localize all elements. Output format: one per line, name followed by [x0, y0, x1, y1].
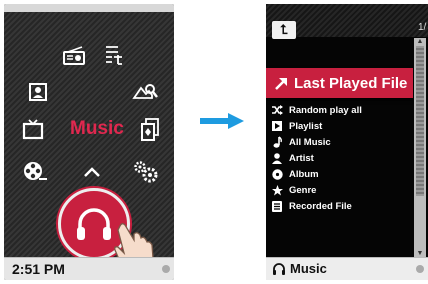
back-button[interactable]: ⮤ — [272, 21, 296, 39]
music-label: Music — [70, 118, 124, 139]
return-arrow-icon — [275, 78, 287, 90]
menu-item-label: Recorded File — [289, 200, 352, 212]
menu-item[interactable]: Album — [266, 166, 413, 182]
menu-item-label: Album — [289, 168, 319, 180]
headphones-icon — [272, 262, 286, 280]
menu-item[interactable]: Playlist — [266, 118, 413, 134]
picture-search-icon[interactable] — [132, 80, 158, 102]
back-arrow-icon: ⮤ — [280, 22, 288, 37]
transition-arrow-icon — [200, 113, 244, 134]
playlist-icon — [270, 121, 284, 131]
scroll-up-icon[interactable]: ▲ — [414, 38, 426, 46]
page-indicator: 1/ — [418, 22, 427, 33]
top-bar — [4, 4, 174, 12]
status-bar: 2:51 PM — [4, 257, 174, 280]
status-title: Music — [290, 261, 327, 276]
menu-item[interactable]: Genre — [266, 182, 413, 198]
radio-icon[interactable] — [62, 46, 86, 66]
shuffle-icon — [270, 105, 284, 115]
menu-item[interactable]: Artist — [266, 150, 413, 166]
cards-icon[interactable] — [140, 118, 160, 142]
menu-item-label: Playlist — [289, 120, 323, 132]
menu-item-label: Random play all — [289, 104, 362, 116]
settings-icon[interactable] — [132, 160, 160, 184]
menu-item[interactable]: Recorded File — [266, 198, 413, 214]
status-bar: Music — [266, 257, 428, 280]
text-file-icon[interactable] — [104, 44, 124, 66]
menu-item-label: Genre — [289, 184, 317, 196]
person-icon — [270, 152, 284, 164]
scrollbar-thumb[interactable] — [416, 46, 424, 196]
status-dot-icon — [162, 265, 170, 273]
film-reel-icon[interactable] — [22, 160, 48, 182]
clock-time: 2:51 PM — [12, 261, 65, 277]
menu-item-label: Artist — [289, 152, 314, 164]
menu-item-label: Last Played File — [294, 74, 408, 92]
menu-item-label: All Music — [289, 136, 331, 148]
menu-item-selected[interactable]: Last Played File — [266, 68, 413, 98]
menu-item[interactable]: All Music — [266, 134, 413, 150]
menu-item[interactable]: Random play all — [266, 102, 413, 118]
tv-icon[interactable] — [22, 118, 44, 140]
top-bar: ⮤ 1/ — [266, 4, 428, 39]
photo-frame-icon[interactable] — [28, 82, 48, 102]
status-dot-icon — [416, 265, 424, 273]
scrollbar[interactable]: ▲ ▼ — [414, 38, 426, 258]
star-icon — [270, 184, 284, 196]
document-icon — [270, 200, 284, 212]
music-menu-screen: ⮤ 1/ Last Played File Random play all Pl… — [266, 4, 428, 280]
disc-icon — [270, 168, 284, 180]
chevron-up-icon[interactable] — [83, 166, 101, 178]
home-menu-screen: Music 2:51 PM — [4, 4, 174, 280]
headphones-icon — [77, 208, 111, 240]
note-icon — [270, 136, 284, 148]
